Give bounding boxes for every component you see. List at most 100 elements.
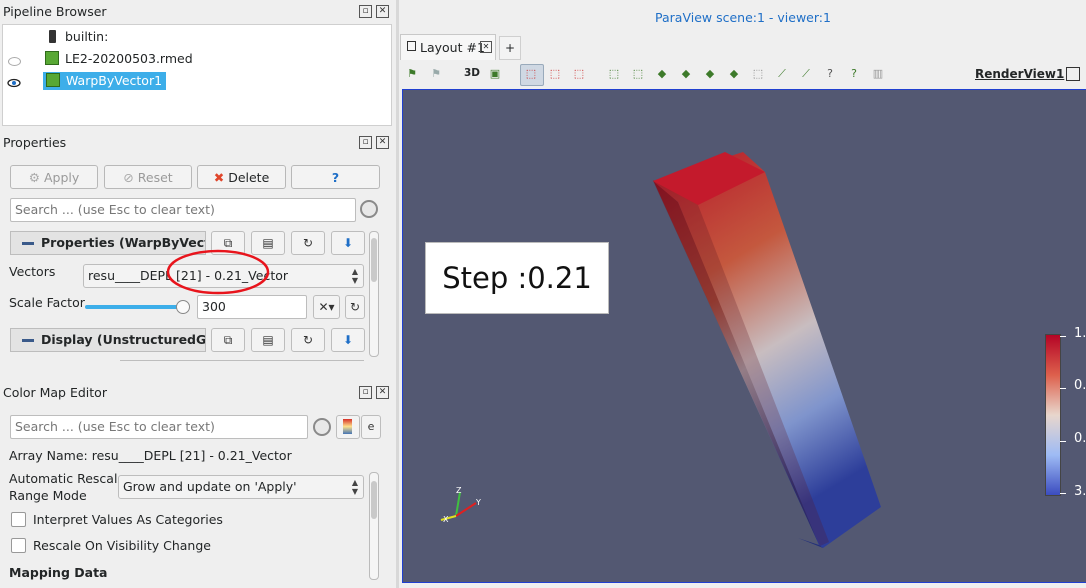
float-panel-icon[interactable]: ▫ [359,386,372,399]
tab-layout-1[interactable]: Layout #1 ✕ [400,34,496,60]
layout-icon [407,41,416,51]
axis-z-label: Z [456,486,462,495]
cube-icon [46,73,60,87]
colormap-panel-controls: ▫ ✕ [359,386,389,399]
warped-mesh-3d[interactable] [403,90,1086,583]
scrollbar-thumb[interactable] [371,481,377,519]
properties-scrollbar[interactable] [369,231,379,357]
pipeline-item-rmed[interactable]: LE2-20200503.rmed [45,50,193,68]
color-map-editor-title: Color Map Editor [3,385,107,400]
properties-search-input[interactable]: Search ... (use Esc to clear text) [10,198,356,222]
delete-label: Delete [228,169,270,185]
legend-tick [1060,388,1066,389]
scale-slider-handle[interactable] [176,300,190,314]
render-view-label: RenderView1 [975,67,1065,81]
section-label: Display (UnstructuredGrid [41,332,206,347]
interactive-select-icon[interactable]: ◆ [703,67,717,81]
add-tab-button[interactable]: + [499,36,521,60]
hover-cells-icon[interactable]: ⬚ [751,67,765,81]
auto-rescale-value: Grow and update on 'Apply' [123,479,297,494]
capture-icon[interactable]: ⚑ [429,67,443,81]
gear-icon[interactable] [313,418,331,436]
save-default-icon[interactable]: ⬇ [331,231,365,255]
view-header: ParaView scene:1 - viewer:1 [655,10,831,25]
select-block-icon[interactable]: ⬚ [572,67,586,81]
gear-icon[interactable] [360,200,378,218]
hover-points-icon[interactable]: ◆ [727,67,741,81]
legend-tick [1060,336,1066,337]
auto-rescale-label-1: Automatic Rescale [9,471,126,486]
clipped-row [120,360,364,367]
pipeline-item-label: WarpByVector1 [66,73,163,88]
colormap-scrollbar[interactable] [369,472,379,580]
scrollbar-thumb[interactable] [371,238,377,282]
help-button[interactable]: ? [291,165,380,189]
spin-arrows-icon: ▲ ▼ [351,478,358,496]
legend-tick-label: 0. [1074,431,1086,446]
collapse-icon [22,339,34,342]
grow-selection-icon[interactable]: ⟋ [775,67,789,81]
pipeline-browser-title: Pipeline Browser [3,4,107,19]
screenshot-icon[interactable]: ▣ [488,67,502,81]
rescale-visibility-checkbox[interactable] [11,538,26,553]
axis-x-label: X [443,515,449,524]
cube-icon [45,51,59,65]
panel-splitter[interactable] [396,0,399,588]
scale-multiply-button[interactable]: ✕▾ [313,295,340,319]
edit-selection-icon[interactable]: ? [847,67,861,81]
pipeline-item-warpbyvector[interactable]: WarpByVector1 [43,72,167,90]
pipeline-tree[interactable]: builtin: LE2-20200503.rmed WarpByVector1 [2,24,392,126]
scale-factor-input[interactable]: 300 [197,295,307,319]
legend-tick [1060,493,1066,494]
properties-title: Properties [3,135,67,150]
select-cells-on-icon[interactable]: ⬚ [607,67,621,81]
paste-icon[interactable]: ▤ [251,328,285,352]
rescale-visibility-label: Rescale On Visibility Change [33,538,211,553]
find-data-icon[interactable]: ? [823,67,837,81]
split-view-icon[interactable] [1066,67,1080,81]
pipeline-panel-controls: ▫ ✕ [359,5,389,18]
reset-camera-icon[interactable]: ⚑ [405,67,419,81]
interpret-categories-checkbox[interactable] [11,512,26,527]
clear-selection-icon[interactable]: ▥ [871,67,885,81]
render-viewport[interactable]: Step :0.21 Z Y X 1. 0. 0. 3. [402,89,1086,583]
close-panel-icon[interactable]: ✕ [376,386,389,399]
pipeline-item-label: builtin: [65,29,109,44]
pipeline-item-label: LE2-20200503.rmed [65,51,193,66]
select-frustum-icon[interactable]: ◆ [655,67,669,81]
color-legend-bar [1045,334,1061,496]
float-panel-icon[interactable]: ▫ [359,5,372,18]
axis-y-label: Y [476,498,481,507]
eye-visible-icon[interactable] [6,77,22,89]
collapse-icon [22,242,34,245]
scale-slider-track[interactable] [85,305,185,309]
float-panel-icon[interactable]: ▫ [359,136,372,149]
pipeline-item-builtin[interactable]: builtin: [49,28,108,46]
reset-scale-icon[interactable]: ↻ [345,295,365,319]
copy-icon[interactable]: ⧉ [211,328,245,352]
shrink-selection-icon[interactable]: ⟋ [799,67,813,81]
apply-icon: ⚙ [28,169,40,185]
close-panel-icon[interactable]: ✕ [376,5,389,18]
close-panel-icon[interactable]: ✕ [376,136,389,149]
color-legend-toggle-icon[interactable] [336,415,360,439]
eye-hidden-icon[interactable] [8,57,21,66]
display-section-header[interactable]: Display (UnstructuredGrid [10,328,206,352]
legend-tick-label: 0. [1074,378,1086,393]
toggle-3d-button[interactable]: 3D [464,67,480,79]
colormap-search-input[interactable]: Search ... (use Esc to clear text) [10,415,308,439]
restore-icon[interactable]: ↻ [291,328,325,352]
select-polygon-icon[interactable]: ◆ [679,67,693,81]
vectors-label: Vectors [9,264,56,279]
spin-arrows-icon: ▲ ▼ [351,267,358,285]
auto-rescale-select[interactable]: Grow and update on 'Apply' ▲ ▼ [118,475,364,499]
reset-button[interactable]: ⊘ Reset [104,165,192,189]
apply-button[interactable]: ⚙ Apply [10,165,98,189]
select-points-icon[interactable]: ⬚ [548,67,562,81]
close-tab-icon[interactable]: ✕ [480,41,492,53]
select-points-on-icon[interactable]: ⬚ [631,67,645,81]
save-default-icon[interactable]: ⬇ [331,328,365,352]
delete-button[interactable]: ✖ Delete [197,165,286,189]
restore-icon[interactable]: ↻ [291,231,325,255]
edit-color-legend-icon[interactable]: e [361,415,381,439]
